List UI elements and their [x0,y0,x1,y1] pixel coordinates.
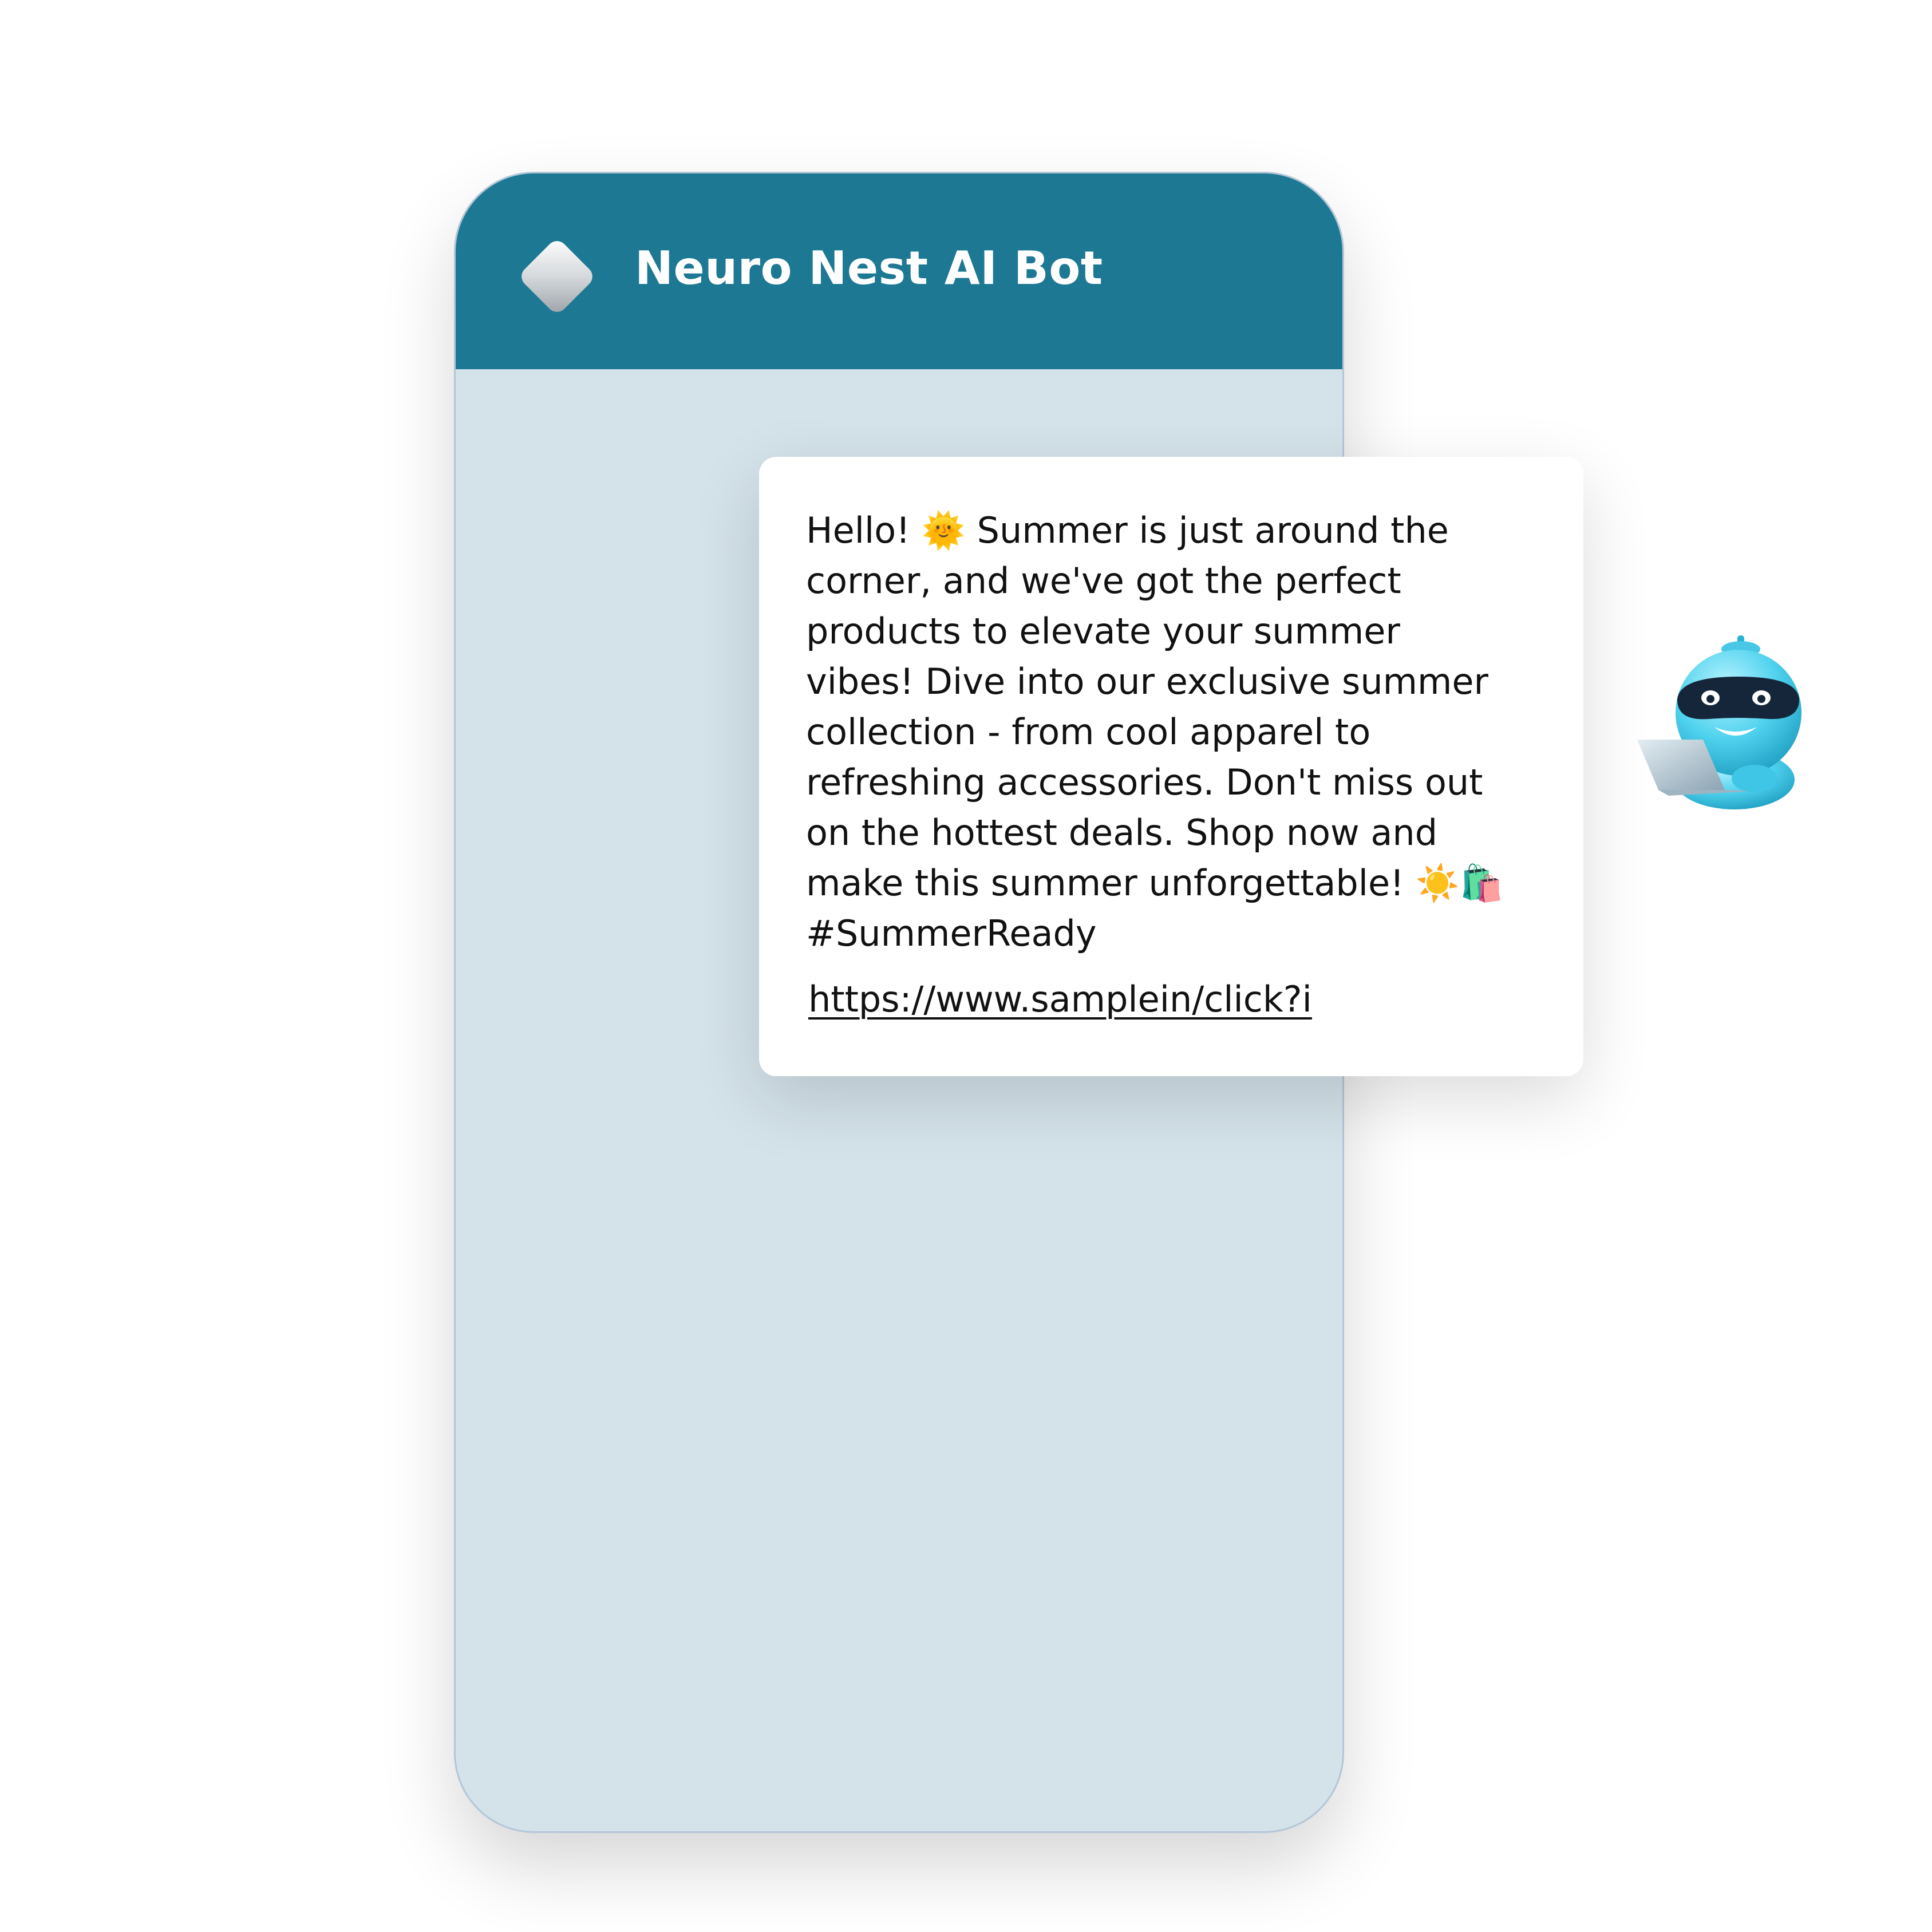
chat-header: Neuro Nest AI Bot [456,173,1342,369]
robot-with-laptop-icon [1637,635,1801,809]
message-bubble: Hello! 🌞 Summer is just around the corne… [759,457,1583,1076]
message-link[interactable]: https://www.samplein/click?i [808,974,1312,1025]
message-text: Hello! 🌞 Summer is just around the corne… [806,509,1504,954]
bot-name-title: Neuro Nest AI Bot [635,242,1103,295]
diamond-logo-icon [517,236,597,317]
